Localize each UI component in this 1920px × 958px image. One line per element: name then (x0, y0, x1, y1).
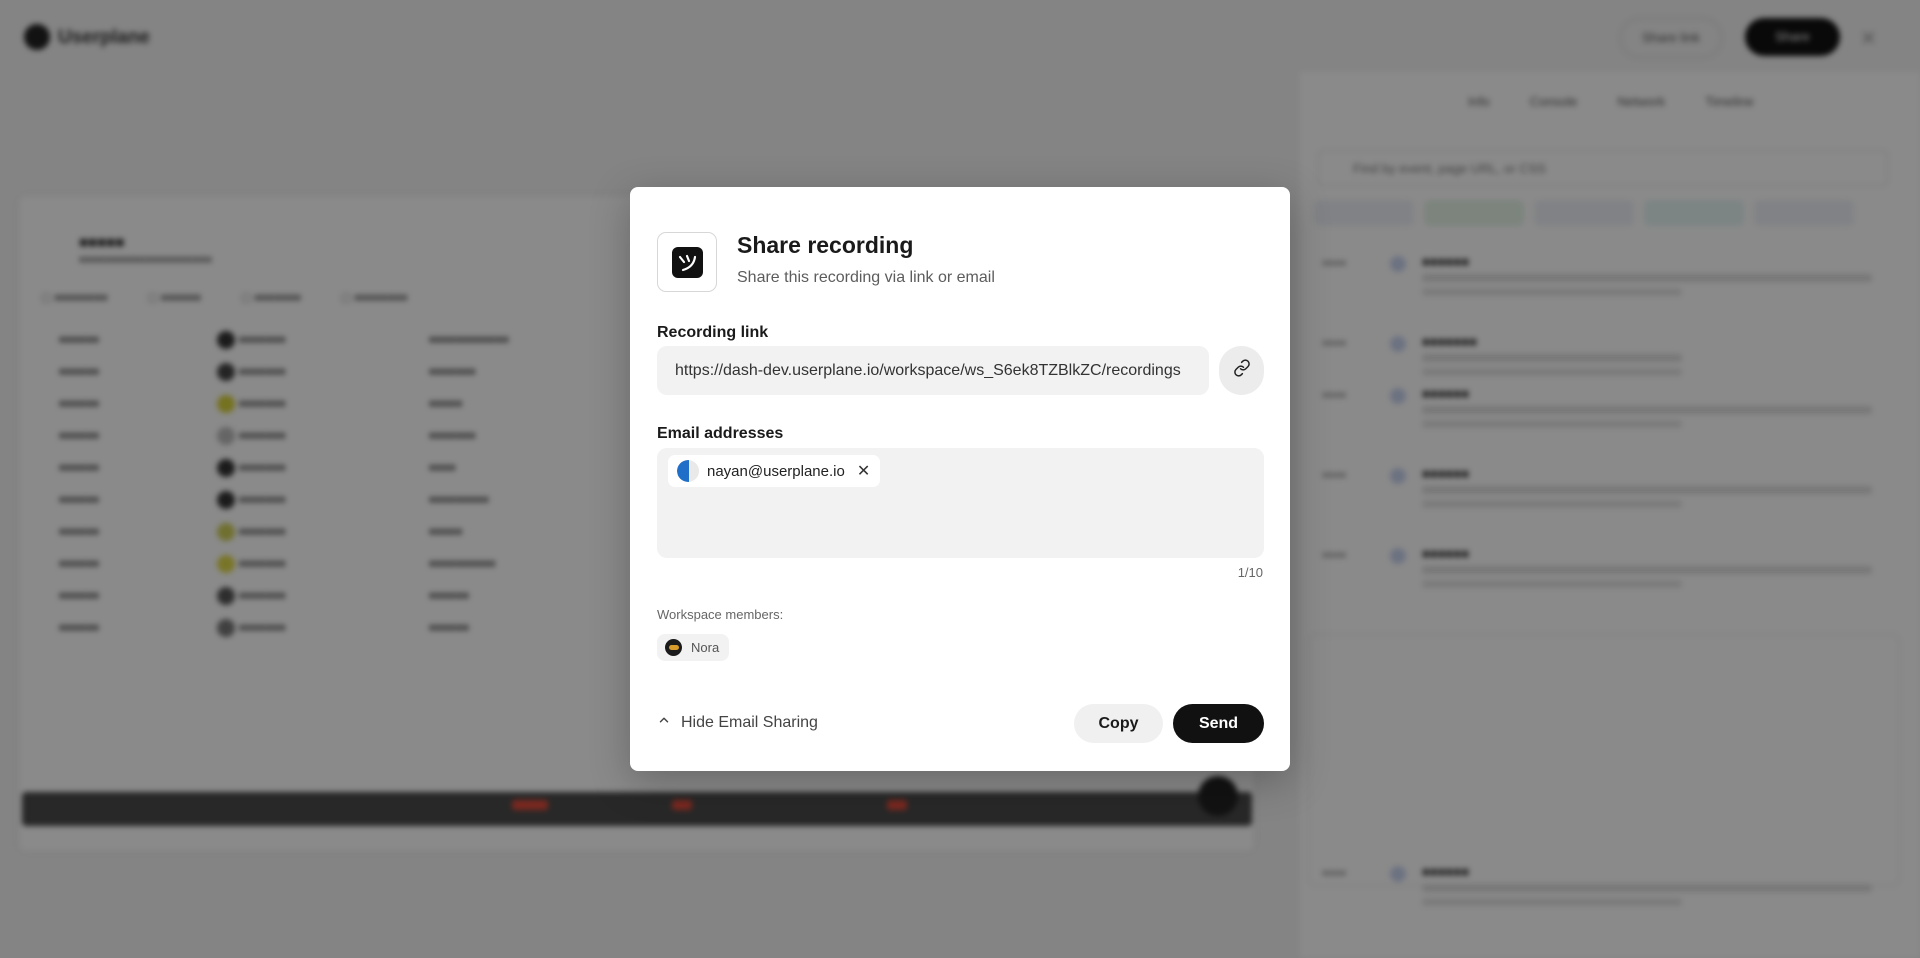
share-recording-dialog: Share recording Share this recording via… (630, 187, 1290, 771)
chevron-up-icon (657, 713, 671, 732)
email-input[interactable]: nayan@userplane.io ✕ (657, 448, 1264, 558)
avatar (665, 639, 682, 656)
copy-button[interactable]: Copy (1074, 704, 1163, 743)
send-button[interactable]: Send (1173, 704, 1264, 743)
recording-link-field[interactable]: https://dash-dev.userplane.io/workspace/… (657, 346, 1209, 395)
dialog-title: Share recording (737, 232, 914, 258)
copy-link-button[interactable] (1219, 346, 1264, 395)
email-chip-label: nayan@userplane.io (707, 462, 845, 480)
userplane-logo-glyph (672, 247, 703, 278)
hide-email-sharing-label: Hide Email Sharing (681, 713, 818, 731)
dialog-subtitle: Share this recording via link or email (737, 269, 995, 286)
recording-link-label: Recording link (657, 324, 769, 341)
email-counter: 1/10 (1237, 565, 1263, 580)
userplane-logo-icon (657, 232, 717, 292)
email-chip: nayan@userplane.io ✕ (668, 455, 881, 487)
avatar (677, 460, 699, 482)
close-icon[interactable]: ✕ (857, 461, 870, 481)
link-icon (1233, 359, 1251, 382)
workspace-members-label: Workspace members: (657, 607, 784, 622)
email-addresses-label: Email addresses (657, 425, 784, 442)
member-chip-nora[interactable]: Nora (657, 634, 730, 661)
hide-email-sharing-toggle[interactable]: Hide Email Sharing (657, 713, 818, 732)
member-name: Nora (691, 640, 720, 655)
